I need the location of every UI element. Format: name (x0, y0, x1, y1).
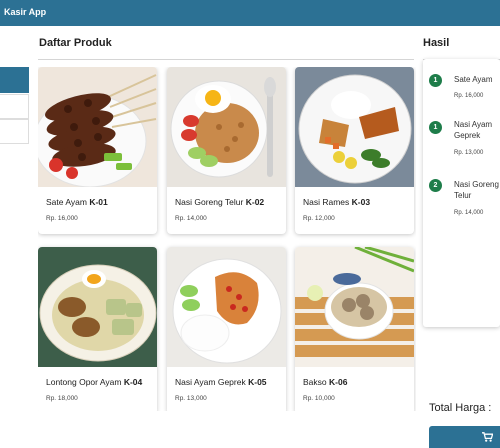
cart-item-name: Nasi Goreng Telur (454, 180, 499, 200)
nasi-goreng-telur-photo (167, 67, 286, 187)
nasi-rames-photo (295, 67, 414, 187)
product-name: Nasi Goreng Telur (175, 197, 244, 207)
shopping-cart-icon (482, 432, 493, 442)
cart-item-name: Sate Ayam (454, 75, 493, 84)
product-price: Rp. 16,000 (46, 215, 78, 222)
lontong-opor-photo (38, 247, 157, 367)
product-code: K-03 (351, 197, 371, 207)
product-code: K-06 (329, 377, 348, 387)
sate-ayam-photo (38, 67, 157, 187)
product-card[interactable]: Bakso K-06 Rp. 10,000 (295, 247, 414, 411)
nasi-ayam-geprek-photo (167, 247, 286, 367)
product-price: Rp. 14,000 (175, 215, 207, 222)
pay-button[interactable] (429, 426, 500, 448)
product-code: K-02 (245, 197, 265, 207)
bakso-photo (295, 247, 414, 367)
product-code: K-05 (248, 377, 267, 387)
product-card[interactable]: Nasi Goreng Telur K-02 Rp. 14,000 (167, 67, 286, 234)
cart-heading: Hasil (423, 37, 450, 49)
total-label: Total Harga : (429, 402, 492, 414)
app-header: Kasir App (0, 0, 500, 26)
product-card[interactable]: Lontong Opor Ayam K-04 Rp. 18,000 (38, 247, 157, 411)
products-divider (38, 59, 414, 60)
product-name: Nasi Rames (303, 197, 350, 207)
sidebar-item[interactable] (0, 94, 29, 119)
product-code: K-04 (123, 377, 143, 387)
product-price: Rp. 12,000 (303, 215, 335, 222)
product-price: Rp. 13,000 (175, 395, 207, 402)
qty-badge: 1 (429, 121, 442, 134)
product-name: Nasi Ayam Geprek (175, 377, 246, 387)
qty-badge: 1 (429, 74, 442, 87)
sidebar-item[interactable] (0, 119, 29, 144)
product-card[interactable]: Sate Ayam K-01 Rp. 16,000 (38, 67, 157, 234)
sidebar-item-active[interactable] (0, 67, 29, 93)
app-title: Kasir App (4, 7, 47, 17)
product-price: Rp. 18,000 (46, 395, 78, 402)
product-price: Rp. 10,000 (303, 395, 335, 402)
cart-item-name: Nasi Ayam Geprek (454, 120, 493, 140)
sidebar (0, 26, 29, 448)
product-card[interactable]: Nasi Rames K-03 Rp. 12,000 (295, 67, 414, 234)
product-name: Sate Ayam (46, 197, 87, 207)
qty-badge: 2 (429, 179, 442, 192)
product-grid: Sate Ayam K-01 Rp. 16,000 Nasi Goreng Te… (38, 67, 416, 411)
product-card[interactable]: Nasi Ayam Geprek K-05 Rp. 13,000 (167, 247, 286, 411)
cart-item-price: Rp. 14,000 (454, 210, 484, 216)
cart-item-price: Rp. 13,000 (454, 150, 484, 156)
products-heading: Daftar Produk (39, 37, 112, 49)
product-code: K-01 (89, 197, 108, 207)
product-name: Bakso (303, 377, 327, 387)
cart-item-price: Rp. 16,000 (454, 93, 484, 99)
product-name: Lontong Opor Ayam (46, 377, 122, 387)
cart-panel: 1 Sate Ayam Rp. 16,000 1 Nasi Ayam Gepre… (423, 59, 500, 327)
